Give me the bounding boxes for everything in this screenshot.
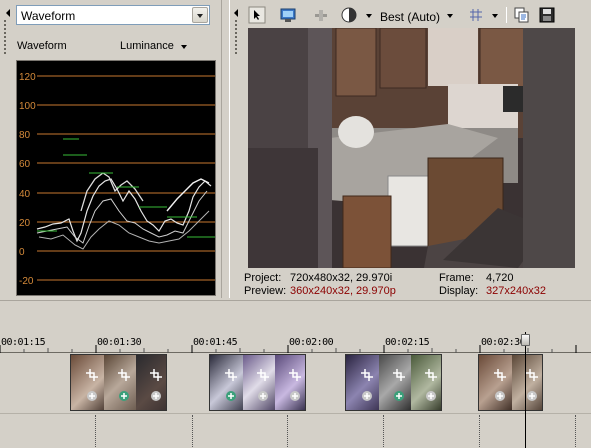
scope-axis-label: 40 [19, 189, 31, 200]
scope-type-value: Waveform [21, 9, 76, 23]
ruler-tick-label: 00:02:00 [289, 337, 334, 348]
playhead-handle[interactable] [521, 334, 530, 346]
grip-handle[interactable] [234, 36, 238, 56]
scope-axis-label: 100 [19, 101, 36, 112]
chevron-down-icon[interactable] [492, 14, 498, 18]
select-cursor-icon[interactable] [248, 6, 266, 24]
chevron-down-icon[interactable] [181, 45, 187, 49]
scope-axis-label: 0 [19, 247, 25, 258]
grip-handle[interactable] [3, 20, 7, 36]
scope-axis-label: 80 [19, 130, 31, 141]
scope-axis-label: 120 [19, 72, 36, 83]
toolbar-divider [506, 7, 507, 23]
display-value: 327x240x32 [486, 285, 546, 297]
video-scopes-panel: Waveform Waveform Luminance 120 100 80 60 40… [0, 0, 222, 298]
scope-mode-dropdown[interactable]: Luminance [120, 40, 174, 52]
external-monitor-icon[interactable] [279, 6, 297, 24]
scope-axis-label: 60 [19, 159, 31, 170]
copy-snapshot-icon[interactable] [513, 6, 531, 24]
video-preview-frame [248, 28, 575, 268]
gridline [383, 415, 384, 448]
grip-handle[interactable] [3, 36, 7, 56]
chevron-down-icon[interactable] [366, 14, 372, 18]
collapse-arrow-icon[interactable] [6, 9, 10, 17]
ruler-tick-label: 00:01:30 [97, 337, 142, 348]
video-clip[interactable] [70, 354, 167, 411]
gridline [287, 415, 288, 448]
ruler-tick-label: 00:01:45 [193, 337, 238, 348]
video-clip[interactable] [209, 354, 306, 411]
gridline [95, 415, 96, 448]
project-label: Project: [244, 272, 282, 284]
ruler-tick-label: 00:02:15 [385, 337, 430, 348]
scope-axis-label: -20 [19, 276, 34, 287]
scope-type-select[interactable]: Waveform [16, 5, 210, 25]
video-clip[interactable] [478, 354, 543, 411]
video-track[interactable] [0, 354, 591, 414]
preview-toolbar: Best (Auto) [230, 2, 591, 28]
chevron-down-icon[interactable] [192, 7, 208, 23]
waveform-trace [36, 138, 215, 250]
preview-value: 360x240x32, 29.970p [290, 285, 396, 297]
chevron-down-icon[interactable] [447, 14, 453, 18]
time-ruler[interactable]: 00:01:15 00:01:30 00:01:45 00:02:00 00:0… [0, 331, 591, 353]
ruler-tick-label: 00:02:30 [481, 337, 526, 348]
display-label: Display: [439, 285, 479, 297]
split-screen-icon[interactable] [312, 6, 330, 24]
grid-icon[interactable] [467, 6, 485, 24]
preview-label: Preview: [244, 285, 287, 297]
frame-value: 4,720 [486, 272, 514, 284]
playhead-cursor[interactable] [525, 332, 526, 448]
gridline [479, 415, 480, 448]
timeline[interactable]: 00:01:15 00:01:30 00:01:45 00:02:00 00:0… [0, 300, 591, 448]
preview-quality-dropdown[interactable]: Best (Auto) [380, 10, 440, 24]
scope-axis-label: 20 [19, 218, 31, 229]
gridline [575, 415, 576, 448]
save-snapshot-icon[interactable] [538, 6, 556, 24]
waveform-display: 120 100 80 60 40 20 0 -20 [16, 60, 216, 296]
overlays-icon[interactable] [340, 6, 358, 24]
ruler-tick-label: 00:01:15 [1, 337, 46, 348]
scope-title: Waveform [17, 40, 67, 52]
video-clip[interactable] [345, 354, 442, 411]
project-value: 720x480x32, 29.970i [290, 272, 393, 284]
video-preview-panel: Best (Auto) Project: 720x480x32, 29.970i… [229, 0, 591, 298]
kitchen-video-frame [248, 28, 575, 268]
waveform-graph: 120 100 80 60 40 20 0 -20 [19, 72, 215, 287]
frame-label: Frame: [439, 272, 474, 284]
gridline [192, 415, 193, 448]
